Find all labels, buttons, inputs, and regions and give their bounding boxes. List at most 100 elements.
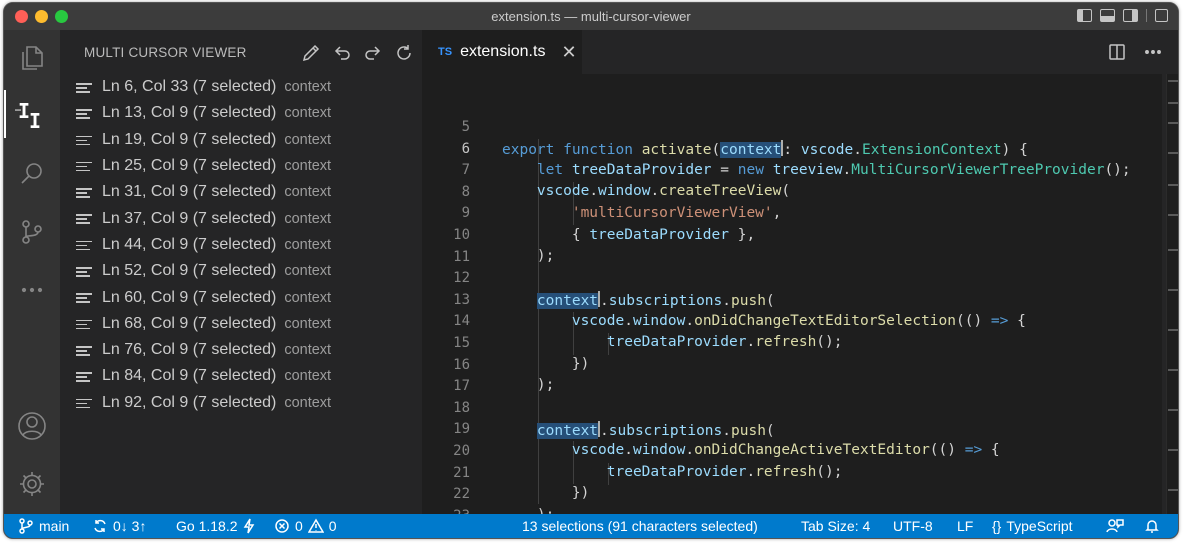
tree-item[interactable]: Ln 68, Col 9 (7 selected) context: [60, 311, 422, 337]
code-line-9: 'multiCursorViewerView',: [571, 205, 782, 221]
go-version-status[interactable]: Go 1.18.2: [176, 518, 255, 534]
tree-item-description: context: [284, 210, 332, 227]
toggle-panel-icon[interactable]: [1100, 9, 1115, 22]
tree-item[interactable]: Ln 60, Col 9 (7 selected) context: [60, 284, 422, 310]
overview-ruler-scrollbar[interactable]: [1166, 74, 1178, 514]
split-editor-icon[interactable]: [1108, 43, 1126, 66]
selection-status[interactable]: 13 selections (91 characters selected): [522, 518, 758, 534]
tree-item-label: Ln 52, Col 9 (7 selected): [102, 262, 277, 280]
source-control-icon[interactable]: [4, 208, 60, 256]
layout-controls: [1077, 9, 1168, 22]
list-icon: [76, 293, 92, 303]
multi-cursor-viewer-icon[interactable]: II _: [4, 90, 60, 138]
list-icon: [76, 345, 92, 356]
toggle-primary-sidebar-icon[interactable]: [1077, 9, 1092, 22]
search-icon[interactable]: [4, 150, 60, 198]
tree-item[interactable]: Ln 84, Col 9 (7 selected) context: [60, 363, 422, 389]
tree-item-text: Ln 31, Col 9 (7 selected) context: [102, 183, 331, 201]
tree-item-description: context: [284, 79, 332, 96]
refresh-icon[interactable]: [393, 42, 414, 63]
feedback-status[interactable]: [1106, 518, 1124, 534]
tree-item-text: Ln 6, Col 33 (7 selected) context: [102, 78, 331, 96]
language-mode-status[interactable]: {} TypeScript: [992, 518, 1073, 534]
ruler-mark: [1168, 329, 1178, 331]
tree-item[interactable]: Ln 92, Col 9 (7 selected) context: [60, 390, 422, 416]
git-branch-icon: [19, 518, 33, 534]
tree-item-label: Ln 92, Col 9 (7 selected): [102, 393, 277, 411]
code-line-7: let treeDataProvider = new treeview.Mult…: [536, 162, 1131, 178]
encoding-text: UTF-8: [893, 518, 933, 534]
more-actions-icon[interactable]: [1144, 43, 1162, 66]
status-bar: main 0↓ 3↑ Go 1.18.2 0 0 13 selections (…: [4, 514, 1178, 538]
sync-icon: [94, 519, 106, 533]
tree-item-description: context: [284, 315, 332, 332]
problems-status[interactable]: 0 0: [274, 518, 337, 534]
title-bar: extension.ts — multi-cursor-viewer: [4, 3, 1178, 30]
tree-item-description: context: [284, 131, 332, 148]
tree-item-description: context: [284, 184, 332, 201]
tree-item[interactable]: Ln 6, Col 33 (7 selected) context: [60, 74, 422, 100]
ruler-mark: [1168, 449, 1178, 451]
go-version: Go 1.18.2: [176, 518, 238, 534]
tree-item-description: context: [284, 368, 332, 385]
tree-item[interactable]: Ln 31, Col 9 (7 selected) context: [60, 179, 422, 205]
code-editor[interactable]: 56789101112131415161718192021222324 expo…: [422, 74, 1178, 514]
list-icon: [76, 135, 92, 146]
tree-item-text: Ln 92, Col 9 (7 selected) context: [102, 394, 331, 412]
tree-item[interactable]: Ln 44, Col 9 (7 selected) context: [60, 232, 422, 258]
typescript-file-icon: TS: [438, 46, 453, 58]
settings-gear-icon[interactable]: [4, 460, 60, 508]
tree-item-label: Ln 6, Col 33 (7 selected): [102, 78, 277, 96]
code-line-17: );: [536, 377, 555, 393]
sidebar-header: MULTI CURSOR VIEWER: [60, 30, 422, 74]
tree-item-text: Ln 37, Col 9 (7 selected) context: [102, 210, 331, 228]
tree-item[interactable]: Ln 76, Col 9 (7 selected) context: [60, 337, 422, 363]
editor-group: TS extension.ts ✕ 5678910111213: [422, 30, 1178, 514]
tree-item-text: Ln 13, Col 9 (7 selected) context: [102, 104, 331, 122]
tab-extension-ts[interactable]: TS extension.ts ✕: [422, 30, 582, 74]
edit-icon[interactable]: [300, 42, 321, 63]
encoding-status[interactable]: UTF-8: [893, 518, 933, 534]
tree-item-text: Ln 68, Col 9 (7 selected) context: [102, 315, 331, 333]
tree-item-label: Ln 31, Col 9 (7 selected): [102, 183, 277, 201]
tree-item[interactable]: Ln 25, Col 9 (7 selected) context: [60, 153, 422, 179]
ruler-mark: [1168, 214, 1178, 216]
redo-icon[interactable]: [362, 42, 383, 63]
sync-status[interactable]: 0↓ 3↑: [92, 518, 146, 534]
tree-item[interactable]: Ln 13, Col 9 (7 selected) context: [60, 100, 422, 126]
branch-status[interactable]: main: [18, 518, 69, 534]
tree-item-label: Ln 68, Col 9 (7 selected): [102, 314, 277, 332]
tree-item[interactable]: Ln 37, Col 9 (7 selected) context: [60, 205, 422, 231]
more-views-icon[interactable]: [4, 266, 60, 314]
tree-item[interactable]: Ln 52, Col 9 (7 selected) context: [60, 258, 422, 284]
undo-icon[interactable]: [331, 42, 352, 63]
tree-item-text: Ln 84, Col 9 (7 selected) context: [102, 367, 331, 385]
multi-cursor-selection: context: [720, 142, 782, 158]
explorer-icon[interactable]: [4, 34, 60, 82]
multi-cursor-selection: context: [536, 293, 599, 309]
customize-layout-icon[interactable]: [1155, 9, 1168, 22]
list-icon: [76, 214, 92, 225]
eol-status[interactable]: LF: [957, 518, 973, 534]
notifications-status[interactable]: [1144, 518, 1160, 534]
ruler-mark: [1168, 102, 1178, 104]
close-tab-icon[interactable]: ✕: [561, 42, 576, 63]
toggle-secondary-sidebar-icon[interactable]: [1123, 9, 1138, 22]
branch-name: main: [39, 518, 70, 534]
tree-item-description: context: [284, 236, 332, 253]
list-icon: [76, 319, 92, 330]
tree-item[interactable]: Ln 19, Col 9 (7 selected) context: [60, 127, 422, 153]
code-line-21: treeDataProvider.refresh();: [606, 464, 843, 480]
list-icon: [76, 188, 92, 198]
line-number: 5: [461, 119, 470, 135]
tree-item-label: Ln 84, Col 9 (7 selected): [102, 367, 277, 385]
tree-item-description: context: [284, 342, 332, 359]
tree-item-description: context: [284, 289, 332, 306]
tree-item-text: Ln 44, Col 9 (7 selected) context: [102, 236, 331, 254]
list-icon: [76, 83, 92, 93]
tree-item-text: Ln 52, Col 9 (7 selected) context: [102, 262, 331, 280]
ruler-mark: [1168, 249, 1178, 251]
accounts-icon[interactable]: [4, 402, 60, 450]
cursor-tree: Ln 6, Col 33 (7 selected) context Ln 13, C…: [60, 74, 422, 416]
tab-size-status[interactable]: Tab Size: 4: [801, 518, 870, 534]
